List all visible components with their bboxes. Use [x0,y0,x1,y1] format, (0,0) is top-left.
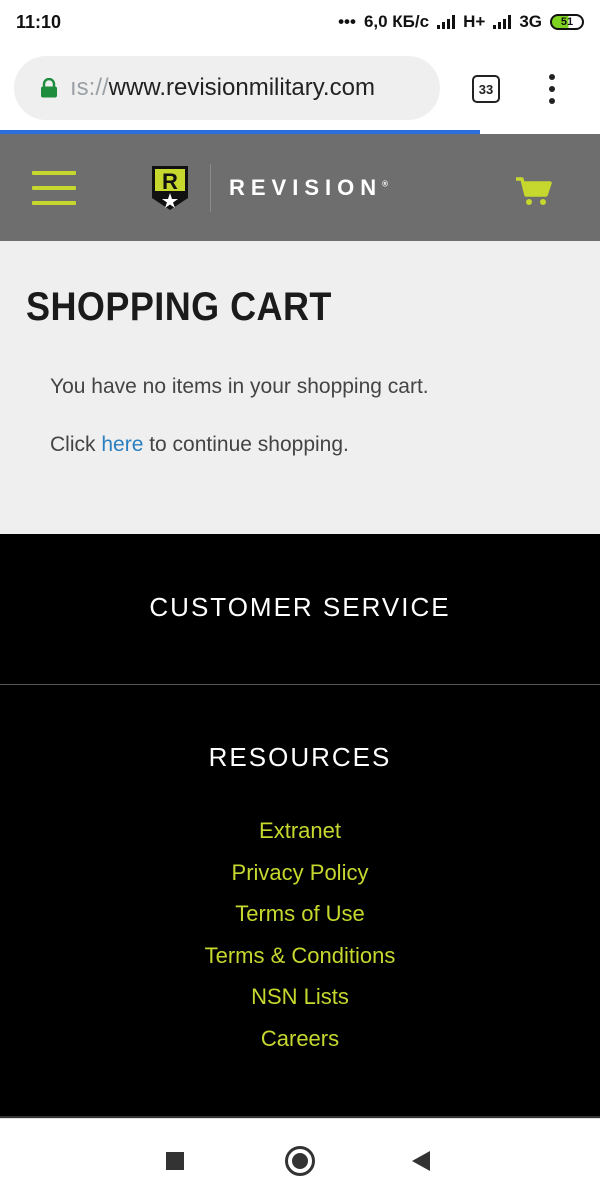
cart-content: SHOPPING CART You have no items in your … [0,241,600,534]
footer-link-terms-of-use[interactable]: Terms of Use [235,901,365,926]
status-indicators: ••• 6,0 КБ/с H+ 3G 51 [338,12,584,32]
site-header: R REVISION® [0,134,600,241]
cart-icon[interactable] [514,176,552,206]
continue-shopping-link[interactable]: here [101,433,143,456]
brand-name: REVISION® [229,175,389,200]
list-item: Extranet [0,810,600,852]
network-type-primary: H+ [463,12,486,31]
footer-link-careers[interactable]: Careers [261,1026,339,1051]
logo-letter: R [162,169,178,194]
list-item: Terms & Conditions [0,935,600,977]
footer-link-privacy-policy[interactable]: Privacy Policy [232,860,369,885]
tab-count: 33 [478,81,494,97]
site-footer: CUSTOMER SERVICE RESOURCES Extranet Priv… [0,534,600,1118]
empty-cart-message: You have no items in your shopping cart. [50,375,429,398]
browser-toolbar: ıs:// www.revisionmilitary.com 33 [0,44,600,132]
continue-shopping-message: Click here to continue shopping. [50,433,349,456]
resources-links: Extranet Privacy Policy Terms of Use Ter… [0,810,600,1060]
customer-service-toggle[interactable]: CUSTOMER SERVICE [0,592,600,623]
more-options-icon[interactable] [544,74,560,104]
footer-link-extranet[interactable]: Extranet [259,818,341,843]
resources-heading: RESOURCES [208,742,392,772]
footer-link-nsn-lists[interactable]: NSN Lists [251,984,349,1009]
lock-icon [41,78,57,98]
brand-divider [210,164,211,212]
list-item: Terms of Use [0,893,600,935]
signal-strength-icon [437,15,456,29]
brand-logo[interactable]: R REVISION® [150,164,388,212]
network-type-secondary: 3G [519,12,542,31]
shield-logo-icon: R [152,166,188,210]
address-bar[interactable]: ıs:// www.revisionmilitary.com [14,56,440,120]
footer-link-terms-conditions[interactable]: Terms & Conditions [205,943,396,968]
more-dots-icon: ••• [338,12,356,31]
battery-level: 51 [560,16,574,28]
recents-square-icon[interactable] [166,1152,184,1170]
status-time: 11:10 [16,11,62,32]
network-speed: 6,0 КБ/с [363,12,430,31]
home-circle-icon[interactable] [285,1146,315,1176]
battery-icon: 51 [550,14,584,30]
list-item: NSN Lists [0,976,600,1018]
tab-switcher-button[interactable]: 33 [472,75,500,103]
status-bar: 11:10 ••• 6,0 КБ/с H+ 3G 51 [0,0,600,44]
footer-divider [0,684,600,685]
page-title: SHOPPING CART [26,285,332,329]
system-nav-bar [0,1118,600,1200]
url-scheme: ıs:// [70,74,109,101]
list-item: Careers [0,1018,600,1060]
url-host: www.revisionmilitary.com [108,74,375,101]
back-triangle-icon[interactable] [412,1151,430,1171]
list-item: Privacy Policy [0,852,600,894]
hamburger-icon[interactable] [32,171,76,205]
signal-strength-secondary-icon [493,15,512,29]
